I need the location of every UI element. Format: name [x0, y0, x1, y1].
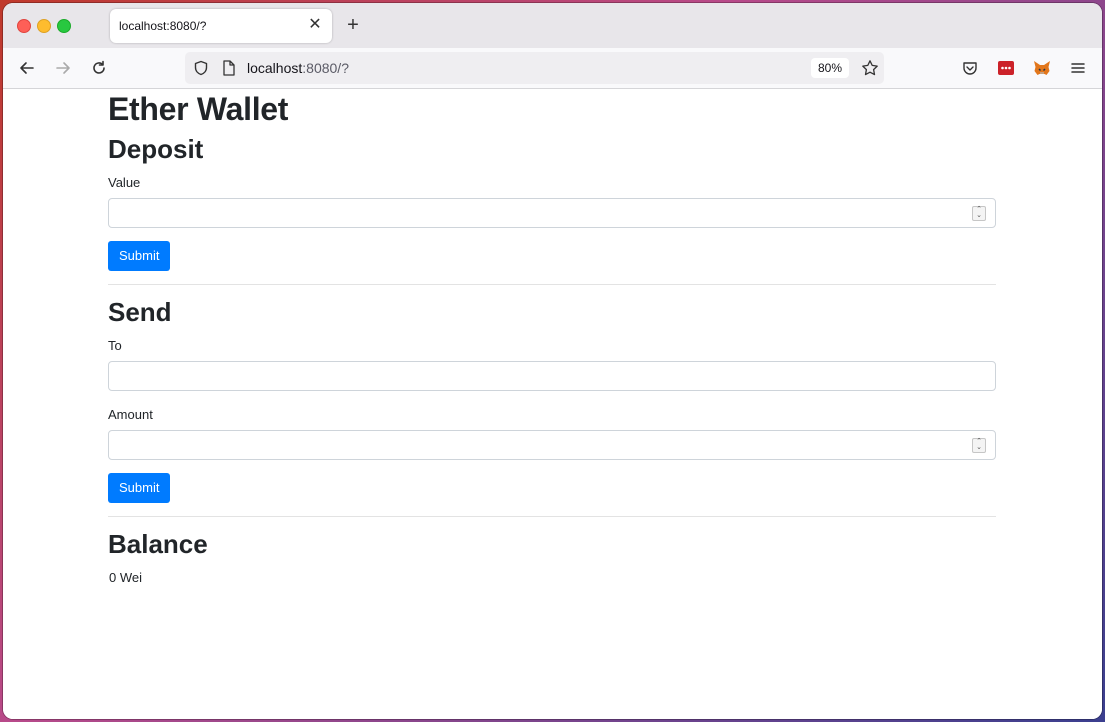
zoom-level-badge[interactable]: 80% — [811, 58, 850, 78]
close-window-button[interactable] — [17, 19, 31, 33]
pocket-icon[interactable] — [958, 56, 982, 80]
bookmark-star-icon[interactable] — [861, 59, 879, 82]
browser-tab[interactable]: localhost:8080/? ✕ — [110, 9, 332, 43]
password-manager-extension-icon[interactable] — [994, 56, 1018, 80]
reload-icon[interactable] — [87, 56, 111, 80]
section-divider — [108, 284, 996, 285]
balance-heading: Balance — [108, 529, 208, 559]
close-tab-icon[interactable]: ✕ — [306, 16, 324, 34]
forward-icon[interactable] — [51, 56, 75, 80]
tab-title: localhost:8080/? — [119, 19, 207, 33]
url-bar[interactable]: localhost:8080/? 80% — [185, 52, 884, 84]
send-to-input[interactable] — [108, 361, 996, 391]
new-tab-icon[interactable]: + — [343, 15, 363, 35]
section-divider — [108, 516, 996, 517]
url-host: localhost — [247, 60, 303, 76]
send-amount-input[interactable]: ⌃ ⌄ — [108, 430, 996, 460]
page-title: Ether Wallet — [108, 91, 289, 127]
tab-bar: localhost:8080/? ✕ + — [3, 3, 1102, 48]
back-icon[interactable] — [15, 56, 39, 80]
number-spinner-icon[interactable]: ⌃ ⌄ — [972, 206, 986, 221]
deposit-value-label: Value — [108, 175, 141, 190]
send-heading: Send — [108, 297, 172, 327]
number-spinner-icon[interactable]: ⌃ ⌄ — [972, 438, 986, 453]
url-text[interactable]: localhost:8080/? — [247, 60, 349, 76]
balance-value: 0 Wei — [109, 570, 142, 585]
deposit-value-input[interactable]: ⌃ ⌄ — [108, 198, 996, 228]
maximize-window-button[interactable] — [57, 19, 71, 33]
url-path: :8080/? — [302, 60, 349, 76]
deposit-submit-button[interactable]: Submit — [108, 241, 171, 271]
page-icon[interactable] — [222, 60, 236, 81]
metamask-fox-icon[interactable] — [1030, 56, 1054, 80]
navigation-toolbar: localhost:8080/? 80% — [3, 48, 1102, 89]
menu-icon[interactable] — [1066, 56, 1090, 80]
send-submit-button[interactable]: Submit — [108, 473, 171, 503]
browser-window: localhost:8080/? ✕ + localhost:8080/? 80… — [3, 3, 1102, 719]
send-amount-label: Amount — [108, 407, 153, 422]
deposit-heading: Deposit — [108, 134, 204, 164]
send-to-label: To — [108, 338, 122, 353]
page-content: Ether Wallet Deposit Value ⌃ ⌄ Submit Sen… — [3, 89, 1102, 719]
minimize-window-button[interactable] — [37, 19, 51, 33]
shield-icon[interactable] — [193, 60, 209, 81]
